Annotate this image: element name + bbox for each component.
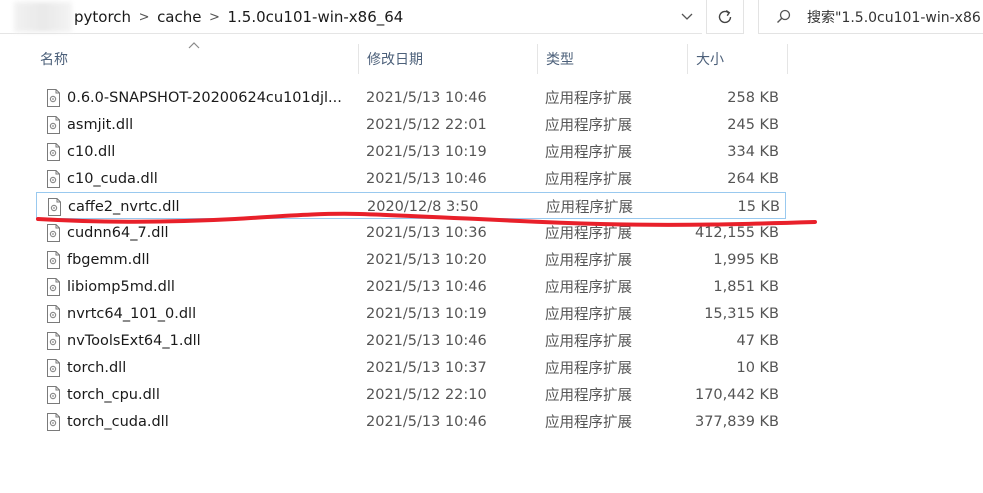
dll-file-icon xyxy=(44,408,62,435)
file-type: 应用程序扩展 xyxy=(545,226,632,242)
file-row[interactable]: asmjit.dll 2021/5/12 22:01 应用程序扩展 245 KB xyxy=(36,111,786,138)
address-bar[interactable]: pytorch > cache > 1.5.0cu101-win-x86_64 xyxy=(0,0,702,34)
breadcrumb: pytorch > cache > 1.5.0cu101-win-x86_64 xyxy=(72,0,405,34)
search-input[interactable]: 搜索"1.5.0cu101-win-x86 xyxy=(758,0,983,34)
dll-file-icon xyxy=(44,165,62,192)
file-type: 应用程序扩展 xyxy=(545,415,632,431)
dll-file-icon xyxy=(45,193,63,220)
file-modified-date: 2021/5/13 10:46 xyxy=(366,89,487,106)
dll-file-icon xyxy=(44,381,62,408)
file-row[interactable]: 0.6.0-SNAPSHOT-20200624cu101djl... 2021/… xyxy=(36,84,786,111)
file-row[interactable]: nvrtc64_101_0.dll 2021/5/13 10:19 应用程序扩展… xyxy=(36,300,786,327)
file-type: 应用程序扩展 xyxy=(545,388,632,404)
file-type: 应用程序扩展 xyxy=(545,334,632,350)
file-name: nvrtc64_101_0.dll xyxy=(67,305,197,322)
file-row[interactable]: fbgemm.dll 2021/5/13 10:20 应用程序扩展 1,995 … xyxy=(36,246,786,273)
breadcrumb-item-current-folder[interactable]: 1.5.0cu101-win-x86_64 xyxy=(225,8,405,26)
file-name: asmjit.dll xyxy=(67,116,134,133)
file-modified-date: 2021/5/13 10:20 xyxy=(366,251,487,268)
dll-file-icon xyxy=(44,327,62,354)
file-row[interactable]: c10_cuda.dll 2021/5/13 10:46 应用程序扩展 264 … xyxy=(36,165,786,192)
dll-file-icon xyxy=(44,246,62,273)
file-size: 47 KB xyxy=(736,332,779,349)
file-row[interactable]: c10.dll 2021/5/13 10:19 应用程序扩展 334 KB xyxy=(36,138,786,165)
file-modified-date: 2021/5/13 10:46 xyxy=(366,413,487,430)
column-header-type[interactable]: 类型 xyxy=(538,44,688,74)
file-type: 应用程序扩展 xyxy=(546,200,633,216)
file-name: caffe2_nvrtc.dll xyxy=(68,198,180,215)
file-row[interactable]: nvToolsExt64_1.dll 2021/5/13 10:46 应用程序扩… xyxy=(36,327,786,354)
column-header-row: 名称 修改日期 类型 大小 xyxy=(36,42,788,74)
file-name: fbgemm.dll xyxy=(67,251,150,268)
file-size: 15 KB xyxy=(737,198,780,215)
file-type: 应用程序扩展 xyxy=(545,361,632,377)
breadcrumb-separator-icon[interactable]: > xyxy=(203,10,225,25)
file-modified-date: 2021/5/13 10:36 xyxy=(366,224,487,241)
file-type: 应用程序扩展 xyxy=(545,91,632,107)
file-name: c10.dll xyxy=(67,143,116,160)
refresh-icon xyxy=(718,9,732,23)
column-header-name[interactable]: 名称 xyxy=(36,44,359,74)
file-name: libiomp5md.dll xyxy=(67,278,175,295)
file-modified-date: 2021/5/12 22:10 xyxy=(366,386,487,403)
file-row[interactable]: cudnn64_7.dll 2021/5/13 10:36 应用程序扩展 412… xyxy=(36,219,786,246)
file-size: 245 KB xyxy=(727,116,779,133)
file-explorer-window: pytorch > cache > 1.5.0cu101-win-x86_64 … xyxy=(0,0,983,493)
file-type: 应用程序扩展 xyxy=(545,253,632,269)
file-size: 1,995 KB xyxy=(713,251,779,268)
file-list: 0.6.0-SNAPSHOT-20200624cu101djl... 2021/… xyxy=(36,84,786,435)
breadcrumb-item-cache[interactable]: cache xyxy=(155,8,203,26)
file-type: 应用程序扩展 xyxy=(545,145,632,161)
file-modified-date: 2021/5/13 10:46 xyxy=(366,170,487,187)
blurred-path-segment xyxy=(14,2,72,32)
chevron-down-icon[interactable] xyxy=(673,0,701,34)
file-modified-date: 2021/5/12 22:01 xyxy=(366,116,487,133)
breadcrumb-item-pytorch[interactable]: pytorch xyxy=(72,8,133,26)
file-name: torch_cpu.dll xyxy=(67,386,160,403)
file-modified-date: 2021/5/13 10:46 xyxy=(366,332,487,349)
file-row[interactable]: torch.dll 2021/5/13 10:37 应用程序扩展 10 KB xyxy=(36,354,786,381)
file-size: 170,442 KB xyxy=(694,386,779,403)
file-size: 258 KB xyxy=(727,89,779,106)
file-modified-date: 2021/5/13 10:37 xyxy=(366,359,487,376)
file-size: 334 KB xyxy=(727,143,779,160)
file-modified-date: 2020/12/8 3:50 xyxy=(367,198,479,215)
file-name: cudnn64_7.dll xyxy=(67,224,169,241)
dll-file-icon xyxy=(44,354,62,381)
file-modified-date: 2021/5/13 10:19 xyxy=(366,143,487,160)
file-row[interactable]: torch_cuda.dll 2021/5/13 10:46 应用程序扩展 37… xyxy=(36,408,786,435)
file-type: 应用程序扩展 xyxy=(545,118,632,134)
file-size: 1,851 KB xyxy=(713,278,779,295)
dll-file-icon xyxy=(44,273,62,300)
breadcrumb-separator-icon[interactable]: > xyxy=(133,10,155,25)
dll-file-icon xyxy=(44,138,62,165)
file-modified-date: 2021/5/13 10:46 xyxy=(366,278,487,295)
file-name: torch.dll xyxy=(67,359,127,376)
column-header-date[interactable]: 修改日期 xyxy=(359,44,538,74)
file-row[interactable]: torch_cpu.dll 2021/5/12 22:10 应用程序扩展 170… xyxy=(36,381,786,408)
file-name: c10_cuda.dll xyxy=(67,170,158,187)
search-placeholder: 搜索"1.5.0cu101-win-x86 xyxy=(807,9,981,26)
file-name: torch_cuda.dll xyxy=(67,413,169,430)
file-name: nvToolsExt64_1.dll xyxy=(67,332,201,349)
file-row-selected[interactable]: caffe2_nvrtc.dll 2020/12/8 3:50 应用程序扩展 1… xyxy=(36,192,786,219)
file-type: 应用程序扩展 xyxy=(545,307,632,323)
file-size: 377,839 KB xyxy=(694,413,779,430)
file-size: 412,155 KB xyxy=(694,224,779,241)
file-name: 0.6.0-SNAPSHOT-20200624cu101djl... xyxy=(67,89,342,106)
file-modified-date: 2021/5/13 10:19 xyxy=(366,305,487,322)
file-type: 应用程序扩展 xyxy=(545,172,632,188)
file-row[interactable]: libiomp5md.dll 2021/5/13 10:46 应用程序扩展 1,… xyxy=(36,273,786,300)
dll-file-icon xyxy=(44,84,62,111)
file-size: 264 KB xyxy=(727,170,779,187)
file-size: 10 KB xyxy=(736,359,779,376)
file-size: 15,315 KB xyxy=(704,305,779,322)
dll-file-icon xyxy=(44,219,62,246)
dll-file-icon xyxy=(44,111,62,138)
refresh-button[interactable] xyxy=(706,0,744,34)
dll-file-icon xyxy=(44,300,62,327)
file-type: 应用程序扩展 xyxy=(545,280,632,296)
search-icon xyxy=(773,9,793,24)
column-header-size[interactable]: 大小 xyxy=(688,44,788,74)
